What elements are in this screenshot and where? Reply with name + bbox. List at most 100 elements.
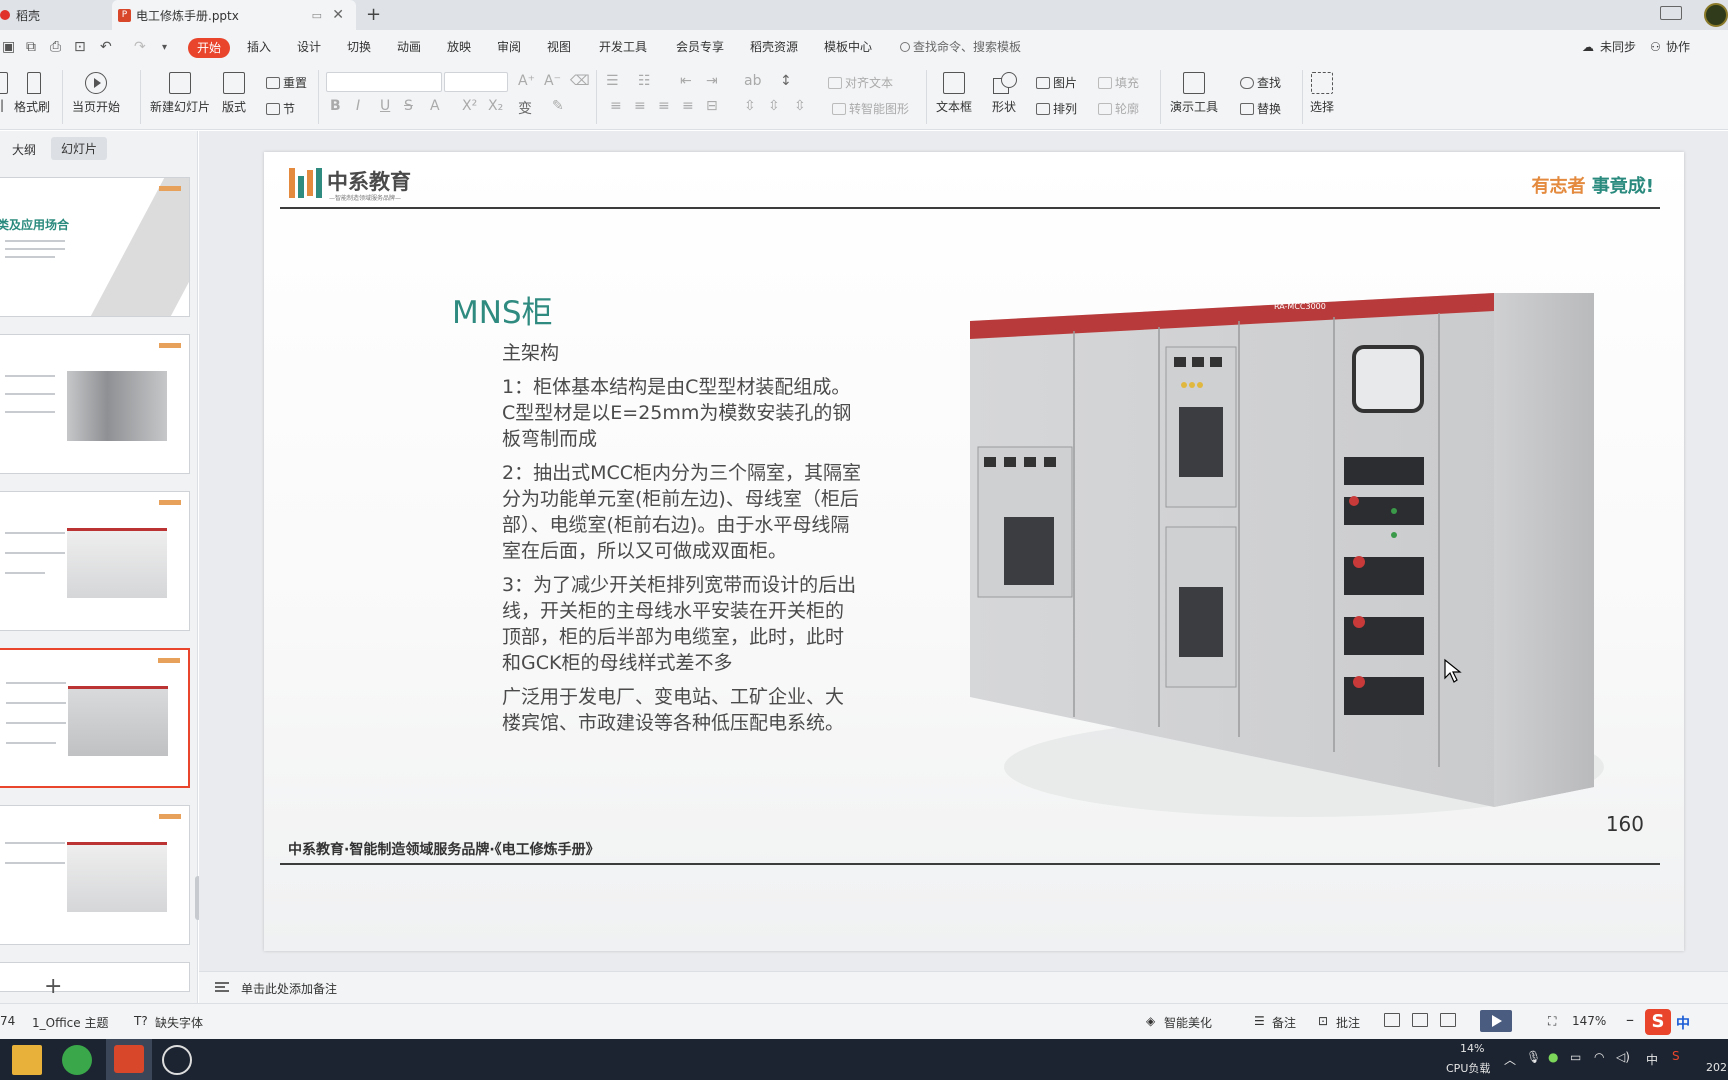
fit-window-icon[interactable]: ⛶ — [1548, 1014, 1556, 1029]
menu-transition[interactable]: 切换 — [347, 30, 371, 64]
align-text-button[interactable]: 对齐文本 — [828, 74, 893, 91]
print-icon[interactable]: ⎙ — [50, 39, 61, 55]
notes-toggle-button[interactable]: 备注 — [1272, 1014, 1296, 1031]
wps-taskbar-button[interactable] — [106, 1039, 152, 1080]
strikethrough-icon[interactable]: S — [404, 98, 413, 114]
menu-docer[interactable]: 稻壳资源 — [750, 30, 798, 64]
normal-view-icon[interactable] — [1384, 1013, 1400, 1027]
subscript-icon[interactable]: X₂ — [488, 98, 503, 114]
input-language[interactable]: 中 — [1646, 1051, 1658, 1068]
underline-icon[interactable]: U — [380, 98, 390, 114]
browser-icon[interactable] — [62, 1045, 92, 1075]
font-size-select[interactable] — [444, 72, 508, 92]
user-avatar[interactable] — [1704, 3, 1728, 27]
font-family-select[interactable] — [326, 72, 442, 92]
window-layout-icon[interactable] — [1660, 6, 1682, 20]
select-button[interactable]: 选择 — [1310, 72, 1334, 115]
menu-slideshow[interactable]: 放映 — [447, 30, 471, 64]
font-color-icon[interactable]: A — [430, 98, 440, 114]
highlight-icon[interactable]: ✎ — [552, 98, 564, 114]
textbox-button[interactable]: 文本框 — [936, 72, 972, 115]
battery-icon[interactable]: ▭ — [1570, 1050, 1581, 1064]
add-slide-button[interactable]: + — [44, 974, 62, 999]
slide-thumbnail[interactable] — [0, 334, 190, 474]
section-button[interactable]: 节 — [266, 100, 295, 117]
collab-button[interactable]: 协作 — [1666, 30, 1690, 64]
menu-developer[interactable]: 开发工具 — [599, 30, 647, 64]
obs-icon[interactable] — [162, 1045, 192, 1075]
clear-format-icon[interactable]: ⌫ — [570, 73, 590, 89]
justify-icon[interactable]: ≡ — [682, 98, 694, 114]
decrease-indent-icon[interactable]: ⇤ — [680, 73, 692, 89]
to-smartart-button[interactable]: 转智能图形 — [832, 100, 909, 117]
tab-document[interactable]: P 电工修炼手册.pptx ▭ ✕ — [112, 0, 356, 30]
tray-chevron-icon[interactable]: ︿ — [1504, 1051, 1516, 1068]
align-center-icon[interactable]: ≡ — [634, 98, 646, 114]
spacing-options-icon[interactable]: ⇳ — [794, 98, 806, 114]
slide-body-textbox[interactable]: 主架构 1：柜体基本结构是由C型型材装配组成。C型型材是以E=25mm为模数安装… — [502, 340, 862, 744]
increase-indent-icon[interactable]: ⇥ — [706, 73, 718, 89]
zoom-level[interactable]: 147% — [1572, 1014, 1606, 1028]
shape-button[interactable]: 形状 — [992, 72, 1017, 115]
find-button[interactable]: 查找 — [1240, 74, 1281, 91]
play-slideshow-button[interactable] — [1480, 1010, 1512, 1032]
close-tab-icon[interactable]: ✕ — [332, 7, 344, 23]
layout-button[interactable]: 版式 — [222, 72, 246, 115]
slide-sorter-icon[interactable] — [1412, 1013, 1428, 1027]
slide-thumbnail-active[interactable] — [0, 648, 190, 788]
file-explorer-icon[interactable] — [12, 1045, 42, 1075]
menu-member[interactable]: 会员专享 — [676, 30, 724, 64]
slide-canvas[interactable]: 中系教育 —智能制造领域服务品牌— 有志者 事竟成! MNS柜 主架构 1：柜体… — [264, 152, 1684, 951]
tab-slides[interactable]: 幻灯片 — [51, 137, 108, 160]
reading-view-icon[interactable] — [1440, 1013, 1456, 1027]
format-painter-button[interactable]: 格式刷 — [14, 72, 50, 115]
notes-bar[interactable]: 单击此处添加备注 — [199, 971, 1728, 1003]
reset-button[interactable]: 重置 — [266, 74, 307, 91]
slideshow-current-button[interactable]: 当页开始 — [72, 72, 120, 115]
numbering-icon[interactable]: ☷ — [638, 73, 651, 89]
sogou-tray-icon[interactable]: S — [1672, 1049, 1680, 1063]
arrange-button[interactable]: 排列 — [1036, 100, 1077, 117]
volume-icon[interactable]: ◁) — [1616, 1050, 1630, 1064]
smart-beautify-button[interactable]: 智能美化 — [1164, 1014, 1212, 1031]
picture-button[interactable]: 图片 — [1036, 74, 1077, 91]
new-slide-button[interactable]: 新建幻灯片 — [150, 72, 210, 115]
tab-outline[interactable]: 大纲 — [12, 141, 36, 158]
print-preview-icon[interactable]: ⊡ — [74, 39, 86, 55]
menu-design[interactable]: 设计 — [297, 30, 321, 64]
ime-mode[interactable]: 中 — [1676, 1013, 1690, 1033]
pin-icon[interactable]: ▭ — [312, 9, 322, 22]
align-right-icon[interactable]: ≡ — [658, 98, 670, 114]
bullets-icon[interactable]: ☰ — [606, 73, 619, 89]
align-left-icon[interactable]: ≡ — [610, 98, 622, 114]
theme-name[interactable]: 1_Office 主题 — [32, 1014, 108, 1031]
export-icon[interactable]: ⧉ — [26, 39, 36, 55]
tab-home[interactable]: 稻壳 — [0, 0, 108, 30]
slide-thumbnail[interactable] — [0, 962, 190, 992]
menu-template-center[interactable]: 模板中心 — [824, 30, 872, 64]
line-spacing-icon[interactable]: ⇳ — [744, 98, 756, 114]
notes-placeholder[interactable]: 单击此处添加备注 — [241, 980, 337, 997]
switchgear-cabinet-image[interactable]: RA-MCC3000 — [934, 287, 1634, 817]
slide-thumbnail[interactable] — [0, 491, 190, 631]
clock-date[interactable]: 202 — [1706, 1061, 1727, 1074]
phonetic-icon[interactable]: 变 — [518, 98, 532, 118]
undo-icon[interactable]: ↶ — [100, 39, 112, 55]
redo-icon[interactable]: ↷ — [134, 39, 146, 55]
sync-status[interactable]: 未同步 — [1600, 30, 1636, 64]
slide-thumbnail[interactable] — [0, 805, 190, 945]
menu-review[interactable]: 审阅 — [497, 30, 521, 64]
menu-view[interactable]: 视图 — [547, 30, 571, 64]
fill-button[interactable]: 填充 — [1098, 74, 1139, 91]
italic-icon[interactable]: I — [356, 98, 360, 114]
wifi-icon[interactable]: ◠ — [1594, 1050, 1604, 1064]
comments-button[interactable]: 批注 — [1336, 1014, 1360, 1031]
bold-icon[interactable]: B — [330, 98, 341, 114]
paragraph-spacing-icon[interactable]: ⇳ — [768, 98, 780, 114]
superscript-icon[interactable]: X² — [462, 98, 477, 114]
missing-font-button[interactable]: 缺失字体 — [155, 1014, 203, 1031]
save-icon[interactable]: ▣ — [2, 39, 15, 55]
sogou-ime-icon[interactable]: S — [1645, 1009, 1671, 1035]
new-tab-button[interactable]: + — [366, 4, 381, 25]
distribute-icon[interactable]: ⊟ — [706, 98, 718, 114]
